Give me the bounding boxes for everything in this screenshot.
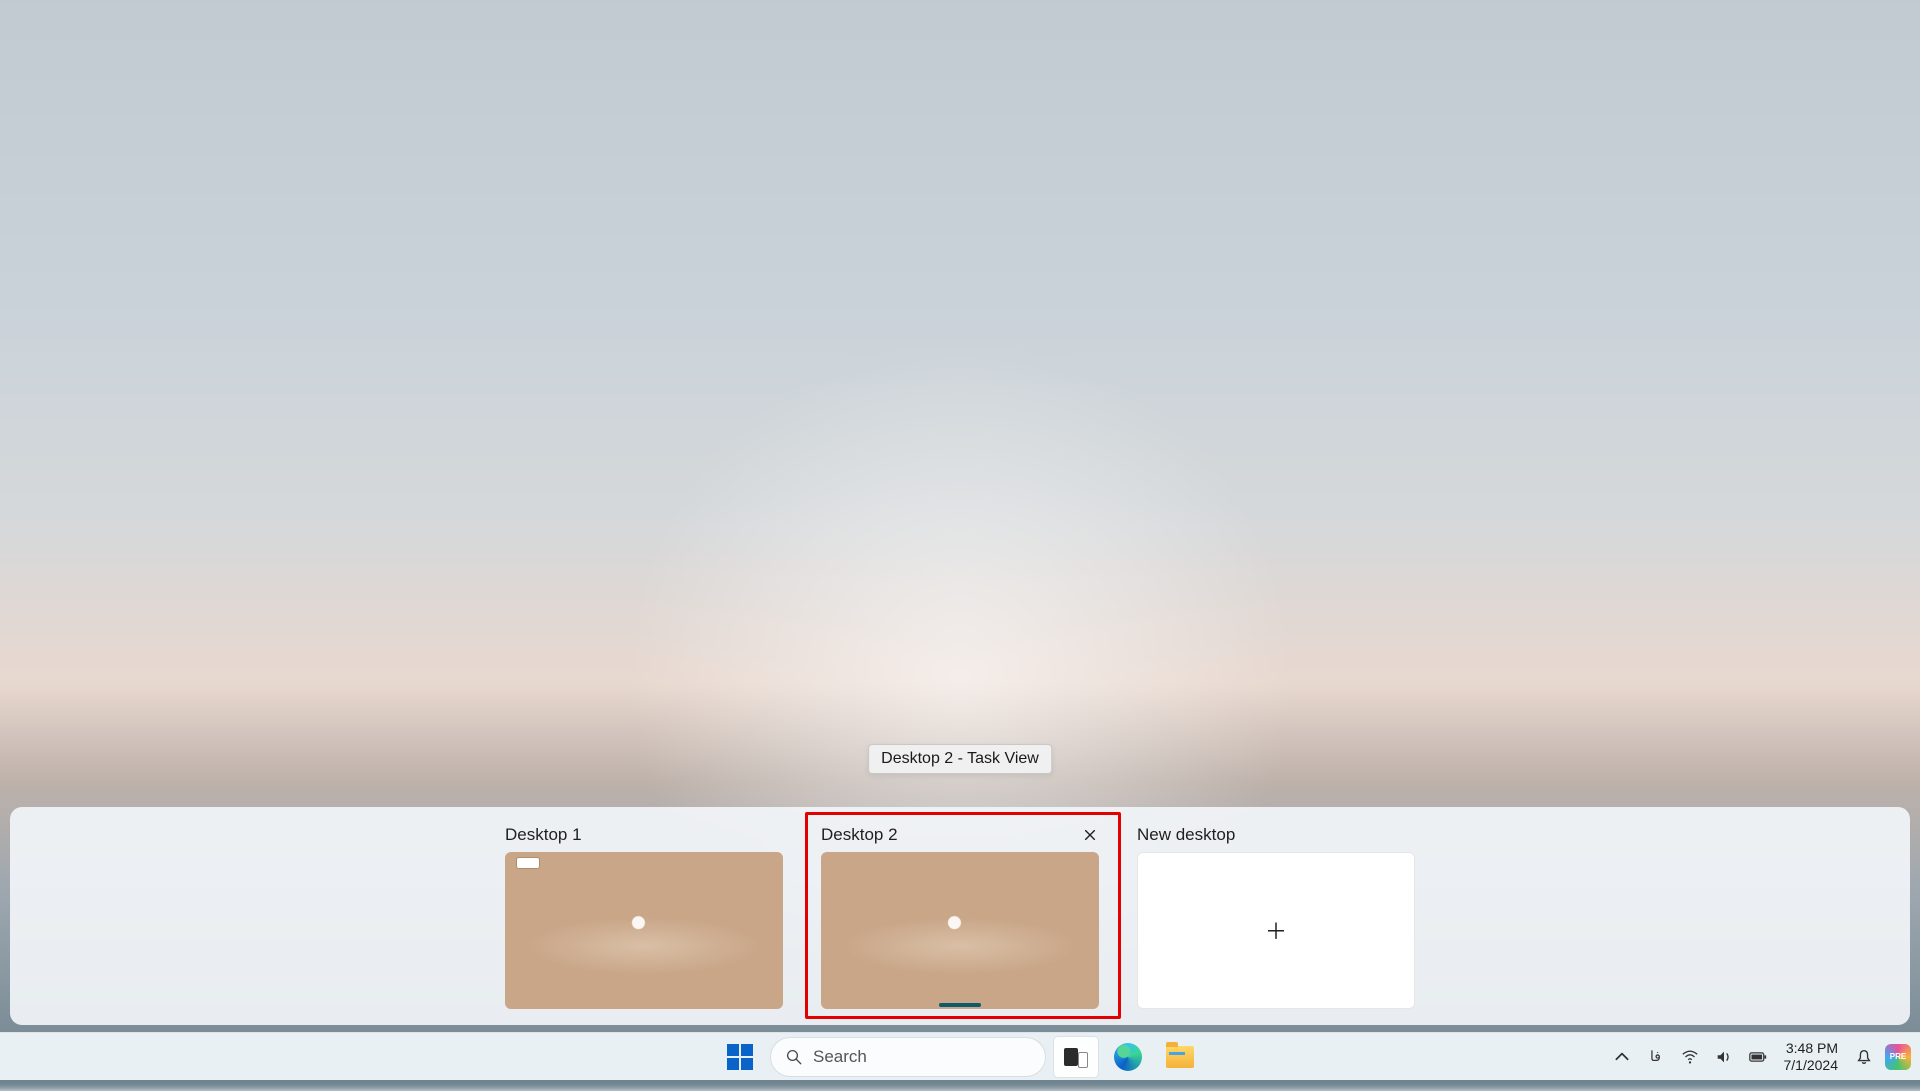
taskview-tooltip: Desktop 2 - Task View xyxy=(868,744,1052,774)
close-desktop-button[interactable] xyxy=(1081,826,1099,844)
clock[interactable]: 3:48 PM 7/1/2024 xyxy=(1778,1040,1845,1072)
folder-icon xyxy=(1166,1046,1194,1068)
windows-logo-icon xyxy=(727,1044,753,1070)
search-placeholder: Search xyxy=(813,1047,867,1067)
system-tray: فا 3:48 PM 7/1/2024 xyxy=(1608,1037,1913,1077)
bell-icon xyxy=(1855,1048,1873,1066)
new-desktop-button[interactable]: New desktop ＋ xyxy=(1137,824,1415,1009)
tray-overflow-button[interactable] xyxy=(1608,1037,1636,1077)
taskbar-center: Search xyxy=(718,1037,1202,1077)
battery-icon xyxy=(1749,1048,1767,1066)
new-desktop-label: New desktop xyxy=(1137,825,1235,845)
chevron-up-icon xyxy=(1613,1048,1631,1066)
virtual-desktop-2-label: Desktop 2 xyxy=(821,825,898,845)
search-icon xyxy=(785,1048,803,1066)
language-indicator[interactable]: فا xyxy=(1642,1037,1670,1077)
edge-icon xyxy=(1114,1043,1142,1071)
taskbar: Search فا xyxy=(0,1032,1920,1080)
file-explorer-button[interactable] xyxy=(1158,1037,1202,1077)
wifi-icon xyxy=(1681,1048,1699,1066)
edge-button[interactable] xyxy=(1106,1037,1150,1077)
clock-time: 3:48 PM xyxy=(1784,1040,1839,1056)
virtual-desktop-2-thumbnail[interactable] xyxy=(821,852,1099,1009)
taskbar-search[interactable]: Search xyxy=(770,1037,1046,1077)
virtual-desktop-1[interactable]: Desktop 1 xyxy=(505,824,783,1009)
virtual-desktop-1-label: Desktop 1 xyxy=(505,825,582,845)
taskview-button[interactable] xyxy=(1054,1037,1098,1077)
new-desktop-thumbnail[interactable]: ＋ xyxy=(1137,852,1415,1009)
virtual-desktop-2[interactable]: Desktop 2 xyxy=(821,824,1099,1009)
volume-button[interactable] xyxy=(1710,1037,1738,1077)
start-button[interactable] xyxy=(718,1037,762,1077)
virtual-desktop-1-thumbnail[interactable] xyxy=(505,852,783,1009)
speaker-icon xyxy=(1715,1048,1733,1066)
notifications-button[interactable] xyxy=(1850,1037,1878,1077)
copilot-button[interactable]: PRE xyxy=(1884,1037,1912,1077)
taskview-panel: Desktop 1 Desktop 2 New desktop ＋ xyxy=(10,807,1910,1025)
close-icon xyxy=(1083,828,1097,842)
battery-button[interactable] xyxy=(1744,1037,1772,1077)
clock-date: 7/1/2024 xyxy=(1784,1057,1839,1073)
wifi-button[interactable] xyxy=(1676,1037,1704,1077)
copilot-pre-icon: PRE xyxy=(1885,1044,1911,1070)
taskview-icon xyxy=(1064,1048,1088,1066)
plus-icon: ＋ xyxy=(1265,914,1287,946)
